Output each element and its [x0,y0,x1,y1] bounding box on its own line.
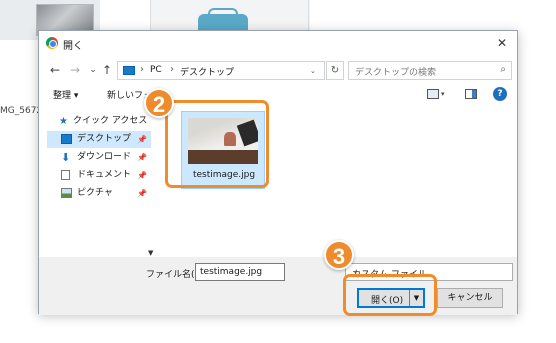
sidebar-item-downloads[interactable]: ⬇ ダウンロード 📌 [47,149,151,166]
sidebar-item-documents[interactable]: ドキュメント 📌 [47,167,151,184]
view-dropdown-icon[interactable]: ▾ [441,90,445,98]
command-toolbar: 整理 ▾ 新しいフォル ▾ ? [39,83,517,107]
pin-icon: 📌 [137,189,147,198]
preview-pane-icon[interactable] [465,89,477,99]
title-bar: 開く ✕ [39,31,517,57]
refresh-button[interactable]: ↻ [326,61,344,80]
pin-icon: 📌 [137,135,147,144]
dialog-footer: ファイル名(N): testimage.jpg カスタム ファイル ⌄ 開く(O… [39,257,517,315]
dialog-title: 開く [63,41,83,52]
desktop-icon [61,134,72,144]
close-button[interactable]: ✕ [493,35,511,51]
sidebar-item-label: ダウンロード [77,152,132,162]
star-icon: ★ [59,116,68,127]
breadcrumb-separator: › [140,64,144,75]
search-box[interactable]: デスクトップの検索 ⌕ [348,61,512,80]
up-arrow-icon[interactable]: ↑ [99,61,115,79]
highlight-box-file [165,100,269,188]
address-dropdown-icon[interactable]: ⌄ [310,67,316,75]
view-options-icon[interactable] [427,89,439,99]
help-icon[interactable]: ? [493,87,507,101]
sidebar-item-label: ピクチャ [77,188,113,198]
sidebar-item-label: デスクトップ [77,134,132,144]
open-file-dialog: 開く ✕ ← → ⌄ ↑ › PC › デスクトップ ⌄ ↻ デスクトップの検索… [38,30,518,315]
organize-menu[interactable]: 整理 ▾ [53,88,78,101]
filename-input[interactable]: testimage.jpg [195,263,285,281]
breadcrumb-separator: › [170,64,174,75]
sidebar-item-quick-access[interactable]: ★ クイック アクセス [47,113,151,130]
pictures-icon [61,188,72,198]
scroll-down-icon[interactable]: ▼ [148,249,153,257]
sidebar-item-pictures[interactable]: ピクチャ 📌 [47,185,151,202]
address-bar[interactable]: › PC › デスクトップ ⌄ [117,61,325,80]
back-arrow-icon[interactable]: ← [47,61,63,79]
highlight-box-open [343,274,437,316]
chrome-icon [46,37,58,49]
forward-arrow-icon[interactable]: → [67,61,83,79]
breadcrumb-pc[interactable]: PC [150,65,162,75]
filename-value: testimage.jpg [200,267,263,277]
sidebar-scrollbar[interactable]: ▼ [147,107,159,257]
document-icon [61,170,70,180]
sidebar-item-desktop[interactable]: デスクトップ 📌 [47,131,151,148]
pc-icon [123,66,135,75]
cancel-button[interactable]: キャンセル [437,288,503,308]
pin-icon: 📌 [137,171,147,180]
sidebar-item-label: ドキュメント [77,170,132,180]
navigation-pane: ★ クイック アクセス デスクトップ 📌 ⬇ ダウンロード 📌 ドキュメント 📌… [39,107,153,257]
download-icon: ⬇ [61,151,71,164]
search-placeholder: デスクトップの検索 [355,68,437,78]
sidebar-item-label: クイック アクセス [73,116,148,126]
step-badge: 3 [324,240,354,270]
breadcrumb-desktop[interactable]: デスクトップ [180,65,234,78]
step-badge: 2 [144,88,174,118]
search-icon[interactable]: ⌕ [500,64,506,75]
pin-icon: 📌 [137,153,147,162]
navigation-bar: ← → ⌄ ↑ › PC › デスクトップ ⌄ ↻ デスクトップの検索 ⌕ [39,57,517,83]
